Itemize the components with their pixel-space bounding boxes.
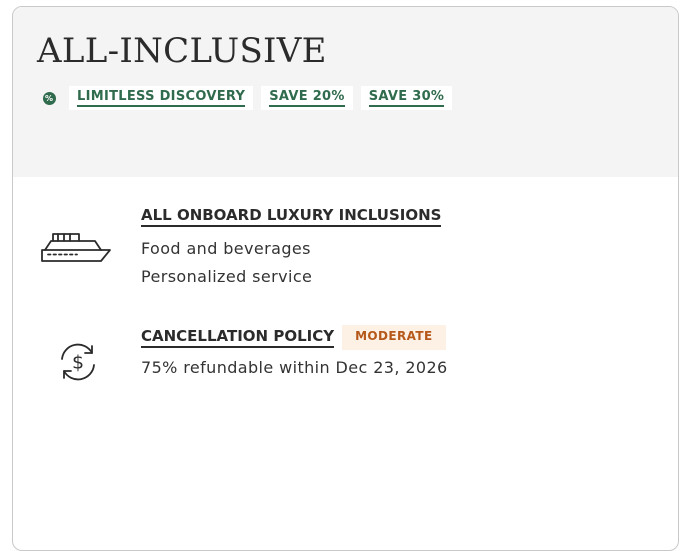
percent-badge-dot: % [42,91,56,105]
all-inclusive-card: ALL-INCLUSIVE % LIMITLESS DISCOVERY SAVE… [12,6,679,551]
cancellation-details: 75% refundable within Dec 23, 2026 [141,358,448,377]
tag-label[interactable]: SAVE 20% [269,89,345,107]
tag-label[interactable]: LIMITLESS DISCOVERY [77,89,246,107]
tag-save-30[interactable]: SAVE 30% [360,86,453,110]
package-title: ALL-INCLUSIVE [37,31,327,71]
card-header: ALL-INCLUSIVE % LIMITLESS DISCOVERY SAVE… [13,7,678,177]
inclusions-title-link[interactable]: ALL ONBOARD LUXURY INCLUSIONS [141,206,442,227]
policy-status-badge: MODERATE [342,325,446,350]
refund-dollar-icon: $ [57,341,99,387]
tag-save-20[interactable]: SAVE 20% [261,86,353,110]
promo-tags: % LIMITLESS DISCOVERY SAVE 20% SAVE 30% [37,86,453,110]
inclusion-item: Personalized service [141,267,313,286]
percent-icon: % [37,86,61,110]
svg-text:$: $ [72,352,84,374]
tag-label[interactable]: SAVE 30% [368,89,445,107]
cancellation-body: CANCELLATION POLICY MODERATE 75% refunda… [141,325,448,382]
cancellation-policy-link[interactable]: CANCELLATION POLICY [141,327,335,348]
ship-icon [39,229,111,273]
inclusions-body: ALL ONBOARD LUXURY INCLUSIONS Food and b… [141,205,442,291]
inclusion-item: Food and beverages [141,239,311,258]
tag-limitless-discovery[interactable]: LIMITLESS DISCOVERY [69,86,254,110]
